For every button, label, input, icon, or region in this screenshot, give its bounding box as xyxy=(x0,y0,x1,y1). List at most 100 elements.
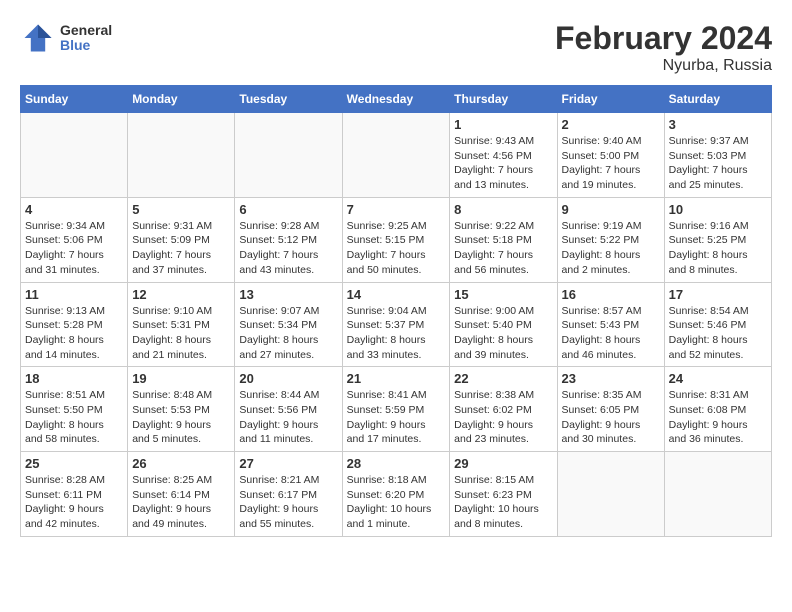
calendar-cell: 11 Sunrise: 9:13 AMSunset: 5:28 PMDayligh… xyxy=(21,282,128,367)
calendar-cell: 19 Sunrise: 8:48 AMSunset: 5:53 PMDayligh… xyxy=(128,367,235,452)
day-info: Sunrise: 9:04 AMSunset: 5:37 PMDaylight:… xyxy=(347,304,446,363)
day-number: 3 xyxy=(669,117,767,132)
weekday-header-thursday: Thursday xyxy=(450,86,557,113)
day-number: 14 xyxy=(347,287,446,302)
day-number: 6 xyxy=(239,202,337,217)
day-info: Sunrise: 8:35 AMSunset: 6:05 PMDaylight:… xyxy=(562,388,660,447)
day-number: 1 xyxy=(454,117,552,132)
calendar-cell: 18 Sunrise: 8:51 AMSunset: 5:50 PMDayligh… xyxy=(21,367,128,452)
calendar-cell: 3 Sunrise: 9:37 AMSunset: 5:03 PMDaylight… xyxy=(664,113,771,198)
day-number: 24 xyxy=(669,371,767,386)
day-info: Sunrise: 9:43 AMSunset: 4:56 PMDaylight:… xyxy=(454,134,552,193)
weekday-header-monday: Monday xyxy=(128,86,235,113)
day-info: Sunrise: 8:28 AMSunset: 6:11 PMDaylight:… xyxy=(25,473,123,532)
day-number: 20 xyxy=(239,371,337,386)
logo-blue: Blue xyxy=(60,38,112,53)
day-info: Sunrise: 8:57 AMSunset: 5:43 PMDaylight:… xyxy=(562,304,660,363)
calendar-cell: 6 Sunrise: 9:28 AMSunset: 5:12 PMDaylight… xyxy=(235,197,342,282)
day-info: Sunrise: 9:16 AMSunset: 5:25 PMDaylight:… xyxy=(669,219,767,278)
calendar-cell xyxy=(664,452,771,537)
day-number: 16 xyxy=(562,287,660,302)
logo-text: General Blue xyxy=(60,23,112,54)
day-info: Sunrise: 8:31 AMSunset: 6:08 PMDaylight:… xyxy=(669,388,767,447)
calendar-cell: 10 Sunrise: 9:16 AMSunset: 5:25 PMDayligh… xyxy=(664,197,771,282)
calendar-cell xyxy=(342,113,450,198)
day-number: 22 xyxy=(454,371,552,386)
calendar-cell: 23 Sunrise: 8:35 AMSunset: 6:05 PMDayligh… xyxy=(557,367,664,452)
day-number: 5 xyxy=(132,202,230,217)
calendar-cell xyxy=(21,113,128,198)
day-number: 15 xyxy=(454,287,552,302)
day-number: 4 xyxy=(25,202,123,217)
day-info: Sunrise: 9:07 AMSunset: 5:34 PMDaylight:… xyxy=(239,304,337,363)
logo: General Blue xyxy=(20,20,112,56)
page-header: General Blue February 2024 Nyurba, Russi… xyxy=(20,20,772,75)
day-number: 23 xyxy=(562,371,660,386)
calendar-cell: 21Sunrise: 8:41 AMSunset: 5:59 PMDayligh… xyxy=(342,367,450,452)
weekday-header-sunday: Sunday xyxy=(21,86,128,113)
calendar-cell: 28 Sunrise: 8:18 AMSunset: 6:20 PMDayligh… xyxy=(342,452,450,537)
day-info: Sunrise: 8:38 AMSunset: 6:02 PMDaylight:… xyxy=(454,388,552,447)
day-number: 18 xyxy=(25,371,123,386)
calendar-cell: 29Sunrise: 8:15 AMSunset: 6:23 PMDayligh… xyxy=(450,452,557,537)
calendar-table: SundayMondayTuesdayWednesdayThursdayFrid… xyxy=(20,85,772,537)
day-info: Sunrise: 9:10 AMSunset: 5:31 PMDaylight:… xyxy=(132,304,230,363)
calendar-cell: 14 Sunrise: 9:04 AMSunset: 5:37 PMDayligh… xyxy=(342,282,450,367)
day-number: 2 xyxy=(562,117,660,132)
title-block: February 2024 Nyurba, Russia xyxy=(555,20,772,75)
day-info: Sunrise: 9:13 AMSunset: 5:28 PMDaylight:… xyxy=(25,304,123,363)
calendar-cell: 7Sunrise: 9:25 AMSunset: 5:15 PMDaylight… xyxy=(342,197,450,282)
day-info: Sunrise: 8:44 AMSunset: 5:56 PMDaylight:… xyxy=(239,388,337,447)
calendar-cell: 24 Sunrise: 8:31 AMSunset: 6:08 PMDayligh… xyxy=(664,367,771,452)
weekday-header-tuesday: Tuesday xyxy=(235,86,342,113)
day-info: Sunrise: 9:28 AMSunset: 5:12 PMDaylight:… xyxy=(239,219,337,278)
day-number: 19 xyxy=(132,371,230,386)
calendar-week-row: 4 Sunrise: 9:34 AMSunset: 5:06 PMDaylight… xyxy=(21,197,772,282)
day-number: 10 xyxy=(669,202,767,217)
month-title: February 2024 xyxy=(555,20,772,57)
day-info: Sunrise: 8:21 AMSunset: 6:17 PMDaylight:… xyxy=(239,473,337,532)
calendar-cell xyxy=(557,452,664,537)
calendar-cell: 13Sunrise: 9:07 AMSunset: 5:34 PMDayligh… xyxy=(235,282,342,367)
day-info: Sunrise: 9:25 AMSunset: 5:15 PMDaylight:… xyxy=(347,219,446,278)
day-number: 11 xyxy=(25,287,123,302)
day-info: Sunrise: 9:31 AMSunset: 5:09 PMDaylight:… xyxy=(132,219,230,278)
calendar-cell: 26 Sunrise: 8:25 AMSunset: 6:14 PMDayligh… xyxy=(128,452,235,537)
day-number: 17 xyxy=(669,287,767,302)
calendar-week-row: 1 Sunrise: 9:43 AMSunset: 4:56 PMDaylight… xyxy=(21,113,772,198)
weekday-header-row: SundayMondayTuesdayWednesdayThursdayFrid… xyxy=(21,86,772,113)
weekday-header-friday: Friday xyxy=(557,86,664,113)
day-number: 21 xyxy=(347,371,446,386)
calendar-week-row: 18 Sunrise: 8:51 AMSunset: 5:50 PMDayligh… xyxy=(21,367,772,452)
day-number: 12 xyxy=(132,287,230,302)
day-info: Sunrise: 9:37 AMSunset: 5:03 PMDaylight:… xyxy=(669,134,767,193)
calendar-cell: 1 Sunrise: 9:43 AMSunset: 4:56 PMDaylight… xyxy=(450,113,557,198)
calendar-cell: 16 Sunrise: 8:57 AMSunset: 5:43 PMDayligh… xyxy=(557,282,664,367)
day-number: 27 xyxy=(239,456,337,471)
calendar-cell: 2 Sunrise: 9:40 AMSunset: 5:00 PMDaylight… xyxy=(557,113,664,198)
day-info: Sunrise: 9:34 AMSunset: 5:06 PMDaylight:… xyxy=(25,219,123,278)
calendar-cell: 25 Sunrise: 8:28 AMSunset: 6:11 PMDayligh… xyxy=(21,452,128,537)
calendar-week-row: 11 Sunrise: 9:13 AMSunset: 5:28 PMDayligh… xyxy=(21,282,772,367)
calendar-week-row: 25 Sunrise: 8:28 AMSunset: 6:11 PMDayligh… xyxy=(21,452,772,537)
day-info: Sunrise: 8:18 AMSunset: 6:20 PMDaylight:… xyxy=(347,473,446,532)
day-info: Sunrise: 8:25 AMSunset: 6:14 PMDaylight:… xyxy=(132,473,230,532)
calendar-cell: 4 Sunrise: 9:34 AMSunset: 5:06 PMDaylight… xyxy=(21,197,128,282)
day-number: 9 xyxy=(562,202,660,217)
day-number: 25 xyxy=(25,456,123,471)
day-info: Sunrise: 9:40 AMSunset: 5:00 PMDaylight:… xyxy=(562,134,660,193)
logo-general: General xyxy=(60,23,112,38)
day-info: Sunrise: 8:51 AMSunset: 5:50 PMDaylight:… xyxy=(25,388,123,447)
day-info: Sunrise: 8:15 AMSunset: 6:23 PMDaylight:… xyxy=(454,473,552,532)
location: Nyurba, Russia xyxy=(555,57,772,75)
day-number: 26 xyxy=(132,456,230,471)
weekday-header-wednesday: Wednesday xyxy=(342,86,450,113)
day-info: Sunrise: 8:48 AMSunset: 5:53 PMDaylight:… xyxy=(132,388,230,447)
calendar-cell: 20 Sunrise: 8:44 AMSunset: 5:56 PMDayligh… xyxy=(235,367,342,452)
day-info: Sunrise: 9:19 AMSunset: 5:22 PMDaylight:… xyxy=(562,219,660,278)
logo-icon xyxy=(20,20,56,56)
calendar-cell xyxy=(128,113,235,198)
calendar-body: 1 Sunrise: 9:43 AMSunset: 4:56 PMDaylight… xyxy=(21,113,772,537)
calendar-cell: 17Sunrise: 8:54 AMSunset: 5:46 PMDayligh… xyxy=(664,282,771,367)
day-number: 28 xyxy=(347,456,446,471)
